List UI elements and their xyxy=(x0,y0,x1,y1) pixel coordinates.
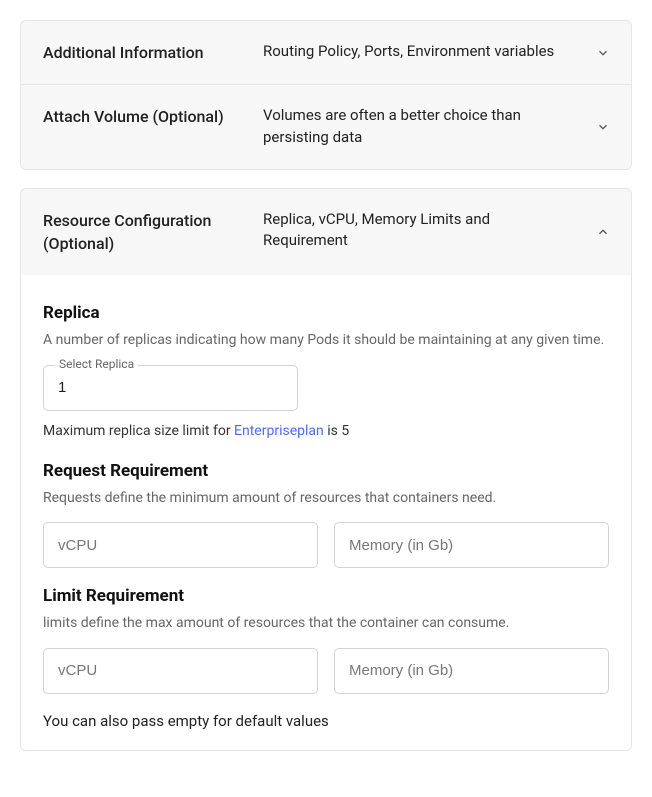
footer-note: You can also pass empty for default valu… xyxy=(43,712,609,730)
limit-vcpu-input[interactable] xyxy=(43,648,318,694)
resource-configuration-body: Replica A number of replicas indicating … xyxy=(21,275,631,750)
replica-hint-prefix: Maximum replica size limit for xyxy=(43,423,234,439)
resource-configuration-panel: Resource Configuration (Optional) Replic… xyxy=(20,188,632,751)
top-accordion-group: Additional Information Routing Policy, P… xyxy=(20,20,632,170)
attach-volume-header[interactable]: Attach Volume (Optional) Volumes are oft… xyxy=(21,85,631,169)
request-memory-input[interactable] xyxy=(334,522,609,568)
limit-heading: Limit Requirement xyxy=(43,586,609,606)
replica-hint-suffix: is 5 xyxy=(324,423,349,439)
replica-input[interactable] xyxy=(43,365,298,411)
additional-information-header[interactable]: Additional Information Routing Policy, P… xyxy=(21,21,631,85)
limit-row xyxy=(43,648,609,694)
replica-float-label: Select Replica xyxy=(55,357,138,371)
attach-volume-title: Attach Volume (Optional) xyxy=(43,105,263,128)
chevron-down-icon xyxy=(595,119,611,135)
additional-information-desc: Routing Policy, Ports, Environment varia… xyxy=(263,41,609,63)
resource-configuration-header[interactable]: Resource Configuration (Optional) Replic… xyxy=(21,189,631,275)
limit-sub: limits define the max amount of resource… xyxy=(43,614,609,634)
request-sub: Requests define the minimum amount of re… xyxy=(43,489,609,509)
request-heading: Request Requirement xyxy=(43,461,609,481)
replica-field: Select Replica xyxy=(43,365,298,411)
replica-hint: Maximum replica size limit for Enterpris… xyxy=(43,423,609,439)
limit-memory-input[interactable] xyxy=(334,648,609,694)
chevron-up-icon xyxy=(595,224,611,240)
resource-configuration-desc: Replica, vCPU, Memory Limits and Require… xyxy=(263,209,609,253)
enterprise-plan-link[interactable]: Enterpriseplan xyxy=(234,423,324,439)
chevron-down-icon xyxy=(595,45,611,61)
request-row xyxy=(43,522,609,568)
additional-information-title: Additional Information xyxy=(43,41,263,64)
replica-heading: Replica xyxy=(43,303,609,323)
replica-sub: A number of replicas indicating how many… xyxy=(43,331,609,351)
resource-configuration-title: Resource Configuration (Optional) xyxy=(43,209,263,255)
attach-volume-desc: Volumes are often a better choice than p… xyxy=(263,105,609,149)
request-vcpu-input[interactable] xyxy=(43,522,318,568)
